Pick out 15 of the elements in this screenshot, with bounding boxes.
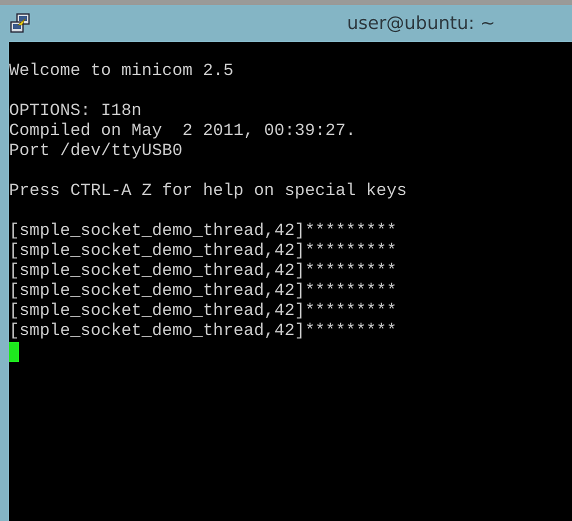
terminal-line: [smple_socket_demo_thread,42]********* xyxy=(9,222,397,242)
terminal-line: [smple_socket_demo_thread,42]********* xyxy=(9,322,397,342)
terminal-line: Press CTRL-A Z for help on special keys xyxy=(9,182,407,202)
terminal-line: [smple_socket_demo_thread,42]********* xyxy=(9,242,397,262)
terminal-app-icon[interactable] xyxy=(9,12,31,34)
terminal-line: Port /dev/ttyUSB0 xyxy=(9,142,182,162)
terminal-line: [smple_socket_demo_thread,42]********* xyxy=(9,262,397,282)
terminal-line: [smple_socket_demo_thread,42]********* xyxy=(9,282,397,302)
terminal-line: [smple_socket_demo_thread,42]********* xyxy=(9,302,397,322)
text-cursor xyxy=(9,342,19,362)
window-title: user@ubuntu: ~ xyxy=(347,13,496,34)
terminal-line: OPTIONS: I18n xyxy=(9,102,142,122)
terminal-line: Compiled on May 2 2011, 00:39:27. xyxy=(9,122,356,142)
terminal-screen[interactable] xyxy=(9,42,572,521)
terminal-line: Welcome to minicom 2.5 xyxy=(9,62,234,82)
